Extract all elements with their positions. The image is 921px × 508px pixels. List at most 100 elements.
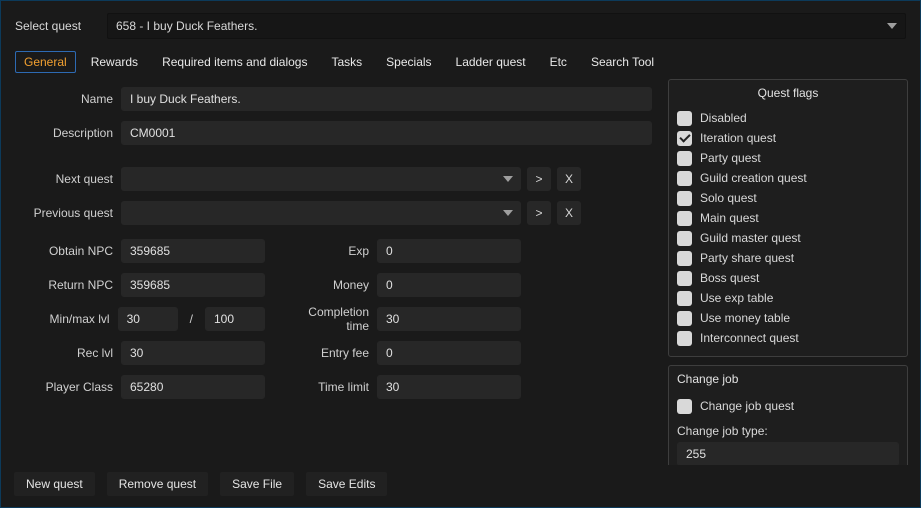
exp-input[interactable] — [377, 239, 521, 263]
slash-separator: / — [184, 312, 199, 326]
flag-interconnect[interactable]: Interconnect quest — [677, 328, 899, 348]
checkbox-icon — [677, 171, 692, 186]
flag-label: Interconnect quest — [700, 331, 799, 345]
flag-party[interactable]: Party quest — [677, 148, 899, 168]
flag-label: Guild master quest — [700, 231, 801, 245]
checkbox-icon — [677, 211, 692, 226]
flag-use_money[interactable]: Use money table — [677, 308, 899, 328]
checkbox-icon — [677, 251, 692, 266]
footer-toolbar: New quest Remove quest Save File Save Ed… — [9, 465, 912, 499]
flag-label: Party quest — [700, 151, 761, 165]
flag-solo[interactable]: Solo quest — [677, 188, 899, 208]
flag-label: Use money table — [700, 311, 790, 325]
flag-main[interactable]: Main quest — [677, 208, 899, 228]
quest-select-dropdown[interactable]: 658 - I buy Duck Feathers. — [107, 13, 906, 39]
completion-time-label: Completion time — [283, 305, 371, 333]
quest-flags-panel: Quest flags Disabled Iteration quest Party… — [668, 79, 908, 357]
time-limit-label: Time limit — [283, 380, 371, 394]
entry-fee-input[interactable] — [377, 341, 521, 365]
tab-etc[interactable]: Etc — [541, 51, 576, 73]
money-input[interactable] — [377, 273, 521, 297]
checkbox-icon — [677, 311, 692, 326]
rec-lvl-input[interactable] — [121, 341, 265, 365]
checkbox-icon — [677, 331, 692, 346]
next-quest-go-button[interactable]: > — [527, 167, 551, 191]
select-quest-label: Select quest — [15, 19, 95, 33]
obtain-npc-label: Obtain NPC — [15, 244, 115, 258]
description-label: Description — [15, 126, 115, 140]
return-npc-input[interactable] — [121, 273, 265, 297]
checkbox-icon — [677, 131, 692, 146]
flag-label: Use exp table — [700, 291, 773, 305]
checkbox-icon — [677, 399, 692, 414]
flag-label: Guild creation quest — [700, 171, 807, 185]
change-job-quest-label: Change job quest — [700, 399, 794, 413]
flag-label: Party share quest — [700, 251, 794, 265]
tab-tasks[interactable]: Tasks — [322, 51, 371, 73]
change-job-panel: Change job Change job quest Change job t… — [668, 365, 908, 465]
player-class-label: Player Class — [15, 380, 115, 394]
flag-label: Disabled — [700, 111, 747, 125]
checkbox-icon — [677, 291, 692, 306]
flag-label: Main quest — [700, 211, 759, 225]
save-edits-button[interactable]: Save Edits — [305, 471, 388, 497]
flag-guild_creation[interactable]: Guild creation quest — [677, 168, 899, 188]
change-job-type-label: Change job type: — [677, 424, 899, 438]
new-quest-button[interactable]: New quest — [13, 471, 96, 497]
previous-quest-go-button[interactable]: > — [527, 201, 551, 225]
chevron-down-icon — [503, 176, 513, 182]
next-quest-label: Next quest — [15, 172, 115, 186]
tab-req[interactable]: Required items and dialogs — [153, 51, 316, 73]
minmax-lvl-label: Min/max lvl — [15, 312, 112, 326]
checkbox-icon — [677, 111, 692, 126]
min-lvl-input[interactable] — [118, 307, 178, 331]
completion-time-input[interactable] — [377, 307, 521, 331]
name-label: Name — [15, 92, 115, 106]
checkbox-icon — [677, 231, 692, 246]
tab-specials[interactable]: Specials — [377, 51, 440, 73]
tab-bar: General Rewards Required items and dialogs… — [9, 47, 912, 79]
flag-label: Boss quest — [700, 271, 759, 285]
exp-label: Exp — [283, 244, 371, 258]
previous-quest-clear-button[interactable]: X — [557, 201, 581, 225]
remove-quest-button[interactable]: Remove quest — [106, 471, 209, 497]
change-job-quest-checkbox[interactable]: Change job quest — [677, 396, 899, 416]
change-job-title: Change job — [677, 372, 899, 386]
return-npc-label: Return NPC — [15, 278, 115, 292]
tab-ladder[interactable]: Ladder quest — [447, 51, 535, 73]
next-quest-select[interactable] — [121, 167, 521, 191]
entry-fee-label: Entry fee — [283, 346, 371, 360]
flag-disabled[interactable]: Disabled — [677, 108, 899, 128]
tab-rewards[interactable]: Rewards — [82, 51, 147, 73]
save-file-button[interactable]: Save File — [219, 471, 295, 497]
flag-boss[interactable]: Boss quest — [677, 268, 899, 288]
quest-select-value: 658 - I buy Duck Feathers. — [116, 19, 257, 33]
checkbox-icon — [677, 271, 692, 286]
player-class-input[interactable] — [121, 375, 265, 399]
previous-quest-label: Previous quest — [15, 206, 115, 220]
flag-iteration[interactable]: Iteration quest — [677, 128, 899, 148]
flag-label: Solo quest — [700, 191, 757, 205]
flag-party_share[interactable]: Party share quest — [677, 248, 899, 268]
time-limit-input[interactable] — [377, 375, 521, 399]
tab-general[interactable]: General — [15, 51, 76, 73]
previous-quest-select[interactable] — [121, 201, 521, 225]
flag-label: Iteration quest — [700, 131, 776, 145]
next-quest-clear-button[interactable]: X — [557, 167, 581, 191]
general-form: Name Description Next quest > X Previous… — [13, 79, 658, 465]
flag-use_exp[interactable]: Use exp table — [677, 288, 899, 308]
checkbox-icon — [677, 191, 692, 206]
money-label: Money — [283, 278, 371, 292]
name-input[interactable] — [121, 87, 652, 111]
checkbox-icon — [677, 151, 692, 166]
chevron-down-icon — [503, 210, 513, 216]
obtain-npc-input[interactable] — [121, 239, 265, 263]
rec-lvl-label: Rec lvl — [15, 346, 115, 360]
flag-guild_master[interactable]: Guild master quest — [677, 228, 899, 248]
description-input[interactable] — [121, 121, 652, 145]
chevron-down-icon — [887, 23, 897, 29]
tab-search[interactable]: Search Tool — [582, 51, 663, 73]
change-job-type-input[interactable] — [677, 442, 899, 465]
quest-flags-title: Quest flags — [677, 86, 899, 100]
max-lvl-input[interactable] — [205, 307, 265, 331]
